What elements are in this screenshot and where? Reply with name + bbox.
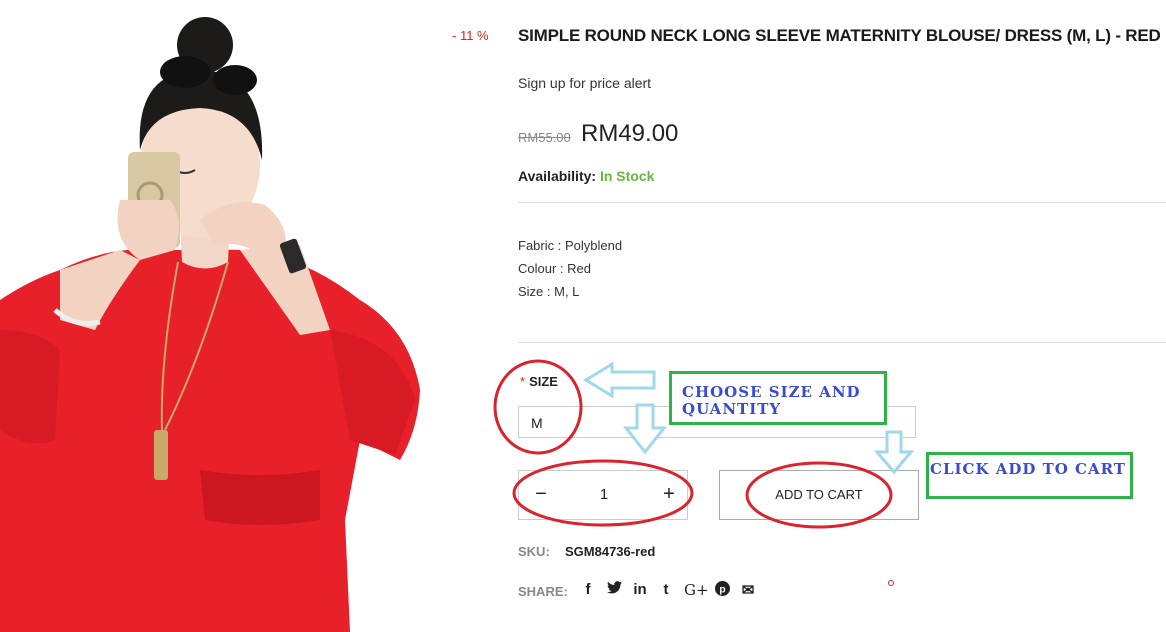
arrow-down-icon xyxy=(622,403,668,455)
arrow-down-icon xyxy=(873,430,915,475)
quantity-highlight-circle xyxy=(512,459,694,527)
annotation-choose-size-quantity: CHOOSE SIZE AND QUANTITY xyxy=(682,383,861,418)
annotation-box-choose: CHOOSE SIZE AND QUANTITY xyxy=(669,371,887,425)
red-dot-marker xyxy=(888,580,894,586)
annotation-box-add-cart: CLICK ADD TO CART xyxy=(926,452,1133,499)
arrow-left-icon xyxy=(583,361,656,399)
annotation-click-add-to-cart: CLICK ADD TO CART xyxy=(930,460,1126,478)
annotation-overlay xyxy=(493,359,915,529)
size-highlight-circle xyxy=(493,359,583,455)
add-to-cart-highlight-circle xyxy=(745,461,893,529)
